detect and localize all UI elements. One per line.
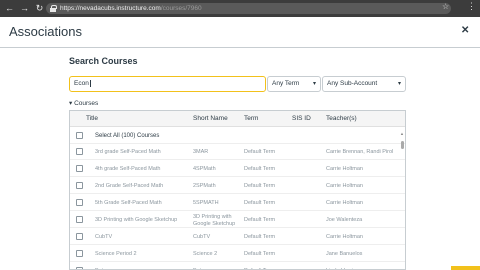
scroll-up-icon[interactable]: ▲ (400, 131, 404, 136)
term-select[interactable]: Any Term ▾ (267, 76, 321, 92)
scrollbar-thumb[interactable] (401, 141, 404, 149)
header-title[interactable]: Title (86, 115, 98, 122)
course-term: Default Term (244, 166, 276, 172)
url-text: https://nevadacubs.instructure.com/cours… (60, 5, 202, 12)
bottom-indicator (451, 266, 480, 270)
course-title: 2nd Grade Self-Paced Math (95, 183, 164, 189)
header-short-name[interactable]: Short Name (193, 115, 228, 122)
header-term[interactable]: Term (244, 115, 258, 122)
row-checkbox[interactable] (76, 216, 83, 223)
table-row[interactable]: 5th Grade Self-Paced Math 5SPMATH Default … (70, 195, 405, 211)
chevron-down-icon: ▾ (397, 81, 401, 87)
course-teachers: Jane Banuelos (326, 251, 363, 257)
course-term: Default Term (244, 200, 276, 206)
modal-title: Associations (9, 24, 82, 39)
course-title: CubTV (95, 234, 113, 240)
course-title: Science Period 2 (95, 251, 137, 257)
course-title: 3D Printing with Google Sketchup (95, 217, 178, 223)
select-all-checkbox[interactable] (76, 132, 83, 139)
header-sis-id[interactable]: SIS ID (292, 115, 311, 122)
sub-account-select[interactable]: Any Sub-Account ▾ (322, 76, 406, 92)
table-row[interactable]: 3D Printing with Google Sketchup 3D Print… (70, 212, 405, 228)
table-row[interactable]: 3rd grade Self-Paced Math 3MAR Default Ter… (70, 144, 405, 160)
course-title: 5th Grade Self-Paced Math (95, 200, 162, 206)
course-teachers: Joe Walenteza (326, 217, 363, 223)
table-row[interactable]: 2nd Grade Self-Paced Math 2SPMath Default … (70, 178, 405, 194)
search-courses-heading: Search Courses (69, 56, 138, 66)
select-all-label: Select All (100) Courses (95, 133, 160, 139)
course-short-name: Science 2 (193, 251, 218, 257)
course-short-name: 4SPMath (193, 166, 216, 172)
courses-table: Title Short Name Term SIS ID Teacher(s) … (69, 110, 406, 270)
course-term: Default Term (244, 234, 276, 240)
modal-header: Associations ✕ (0, 17, 480, 48)
reload-icon[interactable]: ↻ (34, 3, 45, 14)
browser-menu-icon[interactable]: ⋮ (467, 2, 476, 11)
forward-arrow-icon[interactable]: → (19, 3, 30, 14)
course-short-name: 3MAR (193, 149, 209, 155)
course-term: Default Term (244, 149, 276, 155)
row-checkbox[interactable] (76, 165, 83, 172)
search-input[interactable]: Econ (69, 76, 266, 92)
bookmark-star-icon[interactable]: ☆ (442, 2, 449, 11)
row-checkbox[interactable] (76, 182, 83, 189)
table-header: Title Short Name Term SIS ID Teacher(s) (70, 111, 405, 127)
close-icon[interactable]: ✕ (461, 25, 469, 36)
back-arrow-icon[interactable]: ← (4, 3, 15, 14)
course-term: Default Term (244, 183, 276, 189)
lock-icon (50, 5, 57, 12)
course-term: Default Term (244, 217, 276, 223)
course-term: Default Term (244, 251, 276, 257)
table-row[interactable]: CubTV CubTV Default Term Carrie Holtman (70, 229, 405, 245)
address-bar[interactable]: https://nevadacubs.instructure.com/cours… (46, 3, 451, 14)
course-teachers: Carrie Holtman (326, 200, 363, 206)
course-teachers: Carrie Holtman (326, 183, 363, 189)
table-row[interactable]: Science Period 2 Science 2 Default Term Jan… (70, 246, 405, 262)
courses-toggle[interactable]: ▾ Courses (69, 99, 98, 107)
course-title: 3rd grade Self-Paced Math (95, 149, 161, 155)
row-checkbox[interactable] (76, 199, 83, 206)
course-short-name: 5SPMATH (193, 200, 219, 206)
table-row[interactable]: BotanyBotanyDefault TermLinda Harrison (70, 263, 405, 269)
course-teachers: Carrie Brennan, Randi Pirol (326, 149, 394, 155)
select-all-row[interactable]: Select All (100) Courses (70, 128, 405, 144)
browser-toolbar: ← → ↻ https://nevadacubs.instructure.com… (0, 0, 480, 17)
row-checkbox[interactable] (76, 250, 83, 257)
row-checkbox[interactable] (76, 233, 83, 240)
row-checkbox[interactable] (76, 148, 83, 155)
header-teachers[interactable]: Teacher(s) (326, 115, 357, 122)
course-short-name: 2SPMath (193, 183, 216, 189)
table-row[interactable]: 4th grade Self-Paced Math 4SPMath Default … (70, 161, 405, 177)
course-teachers: Carrie Holtman (326, 234, 363, 240)
course-short-name: 3D Printing with Google Sketchup (193, 214, 236, 227)
course-teachers: Carrie Holtman (326, 166, 363, 172)
course-short-name: CubTV (193, 234, 211, 240)
chevron-down-icon: ▾ (312, 81, 316, 87)
course-title: 4th grade Self-Paced Math (95, 166, 161, 172)
